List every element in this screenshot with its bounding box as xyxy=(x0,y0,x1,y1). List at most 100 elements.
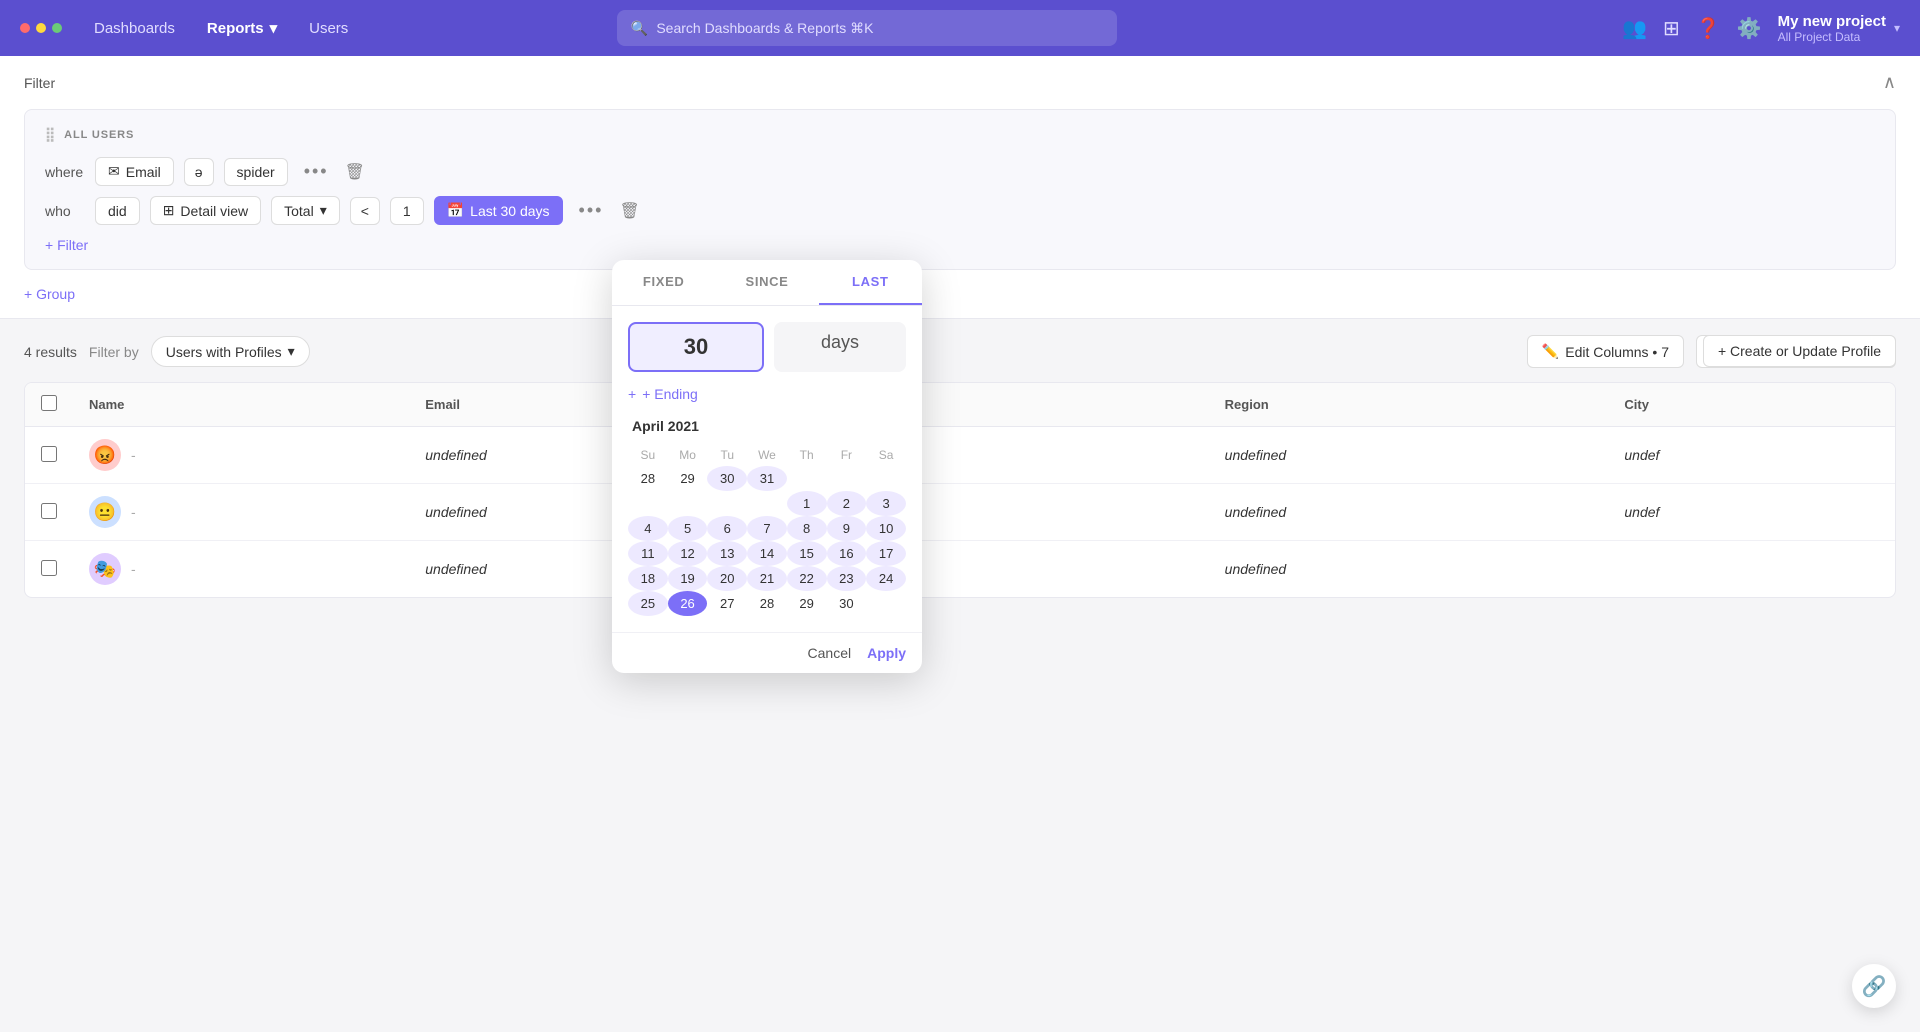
table: Name Email ntry Code Region City 😡 - xyxy=(25,383,1895,597)
filter-by-dropdown[interactable]: Users with Profiles ▾ xyxy=(151,336,310,367)
cal-day[interactable]: 29 xyxy=(787,591,827,616)
nav-dot-yellow xyxy=(36,23,46,33)
aggregation-chip[interactable]: Total ▾ xyxy=(271,196,340,225)
cal-day[interactable]: 7 xyxy=(747,516,787,541)
add-filter-button[interactable]: + Filter xyxy=(45,237,1875,253)
calendar-header: Su Mo Tu We Th Fr Sa xyxy=(628,444,906,466)
cal-day[interactable]: 22 xyxy=(787,566,827,591)
cal-day-empty xyxy=(827,466,867,491)
cal-day[interactable]: 13 xyxy=(707,541,747,566)
detail-view-chip[interactable]: ⊞ Detail view xyxy=(150,196,261,225)
tab-fixed[interactable]: FIXED xyxy=(612,260,715,305)
cal-day[interactable]: 12 xyxy=(668,541,708,566)
cal-day[interactable]: 29 xyxy=(668,466,708,491)
detail-view-icon: ⊞ xyxy=(163,202,175,219)
cal-day[interactable]: 11 xyxy=(628,541,668,566)
main-content: + Create or Update Profile 4 results Fil… xyxy=(0,319,1920,614)
cal-day[interactable]: 28 xyxy=(628,466,668,491)
search-icon: 🔍 xyxy=(631,20,648,37)
where-label: where xyxy=(45,164,85,180)
cal-day[interactable]: 3 xyxy=(866,491,906,516)
cal-day[interactable]: 1 xyxy=(787,491,827,516)
cal-day[interactable]: 31 xyxy=(747,466,787,491)
row-checkbox[interactable] xyxy=(41,503,57,519)
results-bar: 4 results Filter by Users with Profiles … xyxy=(24,335,1896,368)
avatar: 😐 xyxy=(89,496,121,528)
who-delete-button[interactable]: 🗑 xyxy=(619,201,639,221)
settings-icon[interactable]: ⚙️ xyxy=(1737,16,1762,41)
ending-row[interactable]: + + Ending xyxy=(628,386,906,402)
cal-day[interactable]: 9 xyxy=(827,516,867,541)
grid-icon[interactable]: ⊞ xyxy=(1663,16,1680,41)
nav-search-bar[interactable]: 🔍 Search Dashboards & Reports ⌘K xyxy=(617,10,1117,46)
row-checkbox[interactable] xyxy=(41,560,57,576)
create-profile-button[interactable]: + Create or Update Profile xyxy=(1703,335,1896,367)
cal-day[interactable]: 15 xyxy=(787,541,827,566)
where-more-options[interactable]: ••• xyxy=(298,159,335,184)
where-delete-button[interactable]: 🗑 xyxy=(345,162,365,182)
cal-day[interactable]: 16 xyxy=(827,541,867,566)
cal-day[interactable]: 14 xyxy=(747,541,787,566)
cal-day[interactable]: 6 xyxy=(707,516,747,541)
date-range-chip[interactable]: 📅 Last 30 days xyxy=(434,196,563,225)
cal-day[interactable]: 10 xyxy=(866,516,906,541)
link-fab[interactable]: 🔗 xyxy=(1852,964,1896,1008)
nav-reports[interactable]: Reports ▾ xyxy=(207,19,277,37)
user-name: - xyxy=(131,504,136,520)
who-more-options[interactable]: ••• xyxy=(573,198,610,223)
collapse-icon[interactable]: ∧ xyxy=(1883,72,1896,93)
duration-number[interactable]: 30 xyxy=(628,322,764,372)
cal-day[interactable]: 30 xyxy=(827,591,867,616)
cal-day-empty xyxy=(668,491,708,516)
edit-columns-button[interactable]: ✏️ Edit Columns • 7 xyxy=(1527,335,1684,368)
add-group-button[interactable]: + Group xyxy=(24,286,1896,302)
cal-day[interactable]: 28 xyxy=(747,591,787,616)
apply-button[interactable]: Apply xyxy=(867,645,906,661)
email-field-chip[interactable]: ✉ Email xyxy=(95,157,174,186)
cal-day[interactable]: 24 xyxy=(866,566,906,591)
user-region: undefined xyxy=(1209,541,1609,598)
cal-day[interactable]: 17 xyxy=(866,541,906,566)
contains-operator[interactable]: ə xyxy=(184,158,214,186)
duration-unit[interactable]: days xyxy=(774,322,906,372)
calendar-month: April 2021 xyxy=(628,418,906,434)
nav-right: 👥 ⊞ ❓ ⚙️ My new project All Project Data… xyxy=(1622,13,1900,44)
select-all-checkbox[interactable] xyxy=(41,395,57,411)
cal-day[interactable]: 4 xyxy=(628,516,668,541)
row-checkbox[interactable] xyxy=(41,446,57,462)
nav-users[interactable]: Users xyxy=(309,20,348,37)
did-chip[interactable]: did xyxy=(95,197,140,225)
email-value[interactable]: spider xyxy=(224,158,288,186)
tab-last[interactable]: LAST xyxy=(819,260,922,305)
compare-operator[interactable]: < xyxy=(350,197,380,225)
count-value[interactable]: 1 xyxy=(390,197,424,225)
cal-day[interactable]: 23 xyxy=(827,566,867,591)
cancel-button[interactable]: Cancel xyxy=(808,645,852,661)
help-icon[interactable]: ❓ xyxy=(1696,16,1721,41)
cal-day[interactable]: 20 xyxy=(707,566,747,591)
ending-label: + Ending xyxy=(642,386,698,402)
cal-day-today[interactable]: 26 xyxy=(668,591,708,616)
cal-day[interactable]: 21 xyxy=(747,566,787,591)
cal-day[interactable]: 5 xyxy=(668,516,708,541)
cal-day[interactable]: 18 xyxy=(628,566,668,591)
nav-dashboards[interactable]: Dashboards xyxy=(94,20,175,37)
cal-day[interactable]: 27 xyxy=(707,591,747,616)
select-all-header[interactable] xyxy=(25,383,73,427)
project-selector[interactable]: My new project All Project Data ▾ xyxy=(1778,13,1900,44)
popup-body: 30 days + + Ending April 2021 Su Mo Tu W… xyxy=(612,306,922,632)
cal-day[interactable]: 8 xyxy=(787,516,827,541)
cal-wed: We xyxy=(747,444,787,466)
cal-day[interactable]: 30 xyxy=(707,466,747,491)
filter-title: Filter xyxy=(24,75,55,91)
tab-since[interactable]: SINCE xyxy=(715,260,818,305)
table-row: 🎭 - undefined undefined undefined xyxy=(25,541,1895,598)
cal-day[interactable]: 25 xyxy=(628,591,668,616)
cal-day[interactable]: 2 xyxy=(827,491,867,516)
cal-day-empty xyxy=(707,491,747,516)
team-icon[interactable]: 👥 xyxy=(1622,16,1647,41)
cal-day[interactable]: 19 xyxy=(668,566,708,591)
duration-row: 30 days xyxy=(628,322,906,372)
col-region: Region xyxy=(1209,383,1609,427)
email-icon: ✉ xyxy=(108,163,120,180)
